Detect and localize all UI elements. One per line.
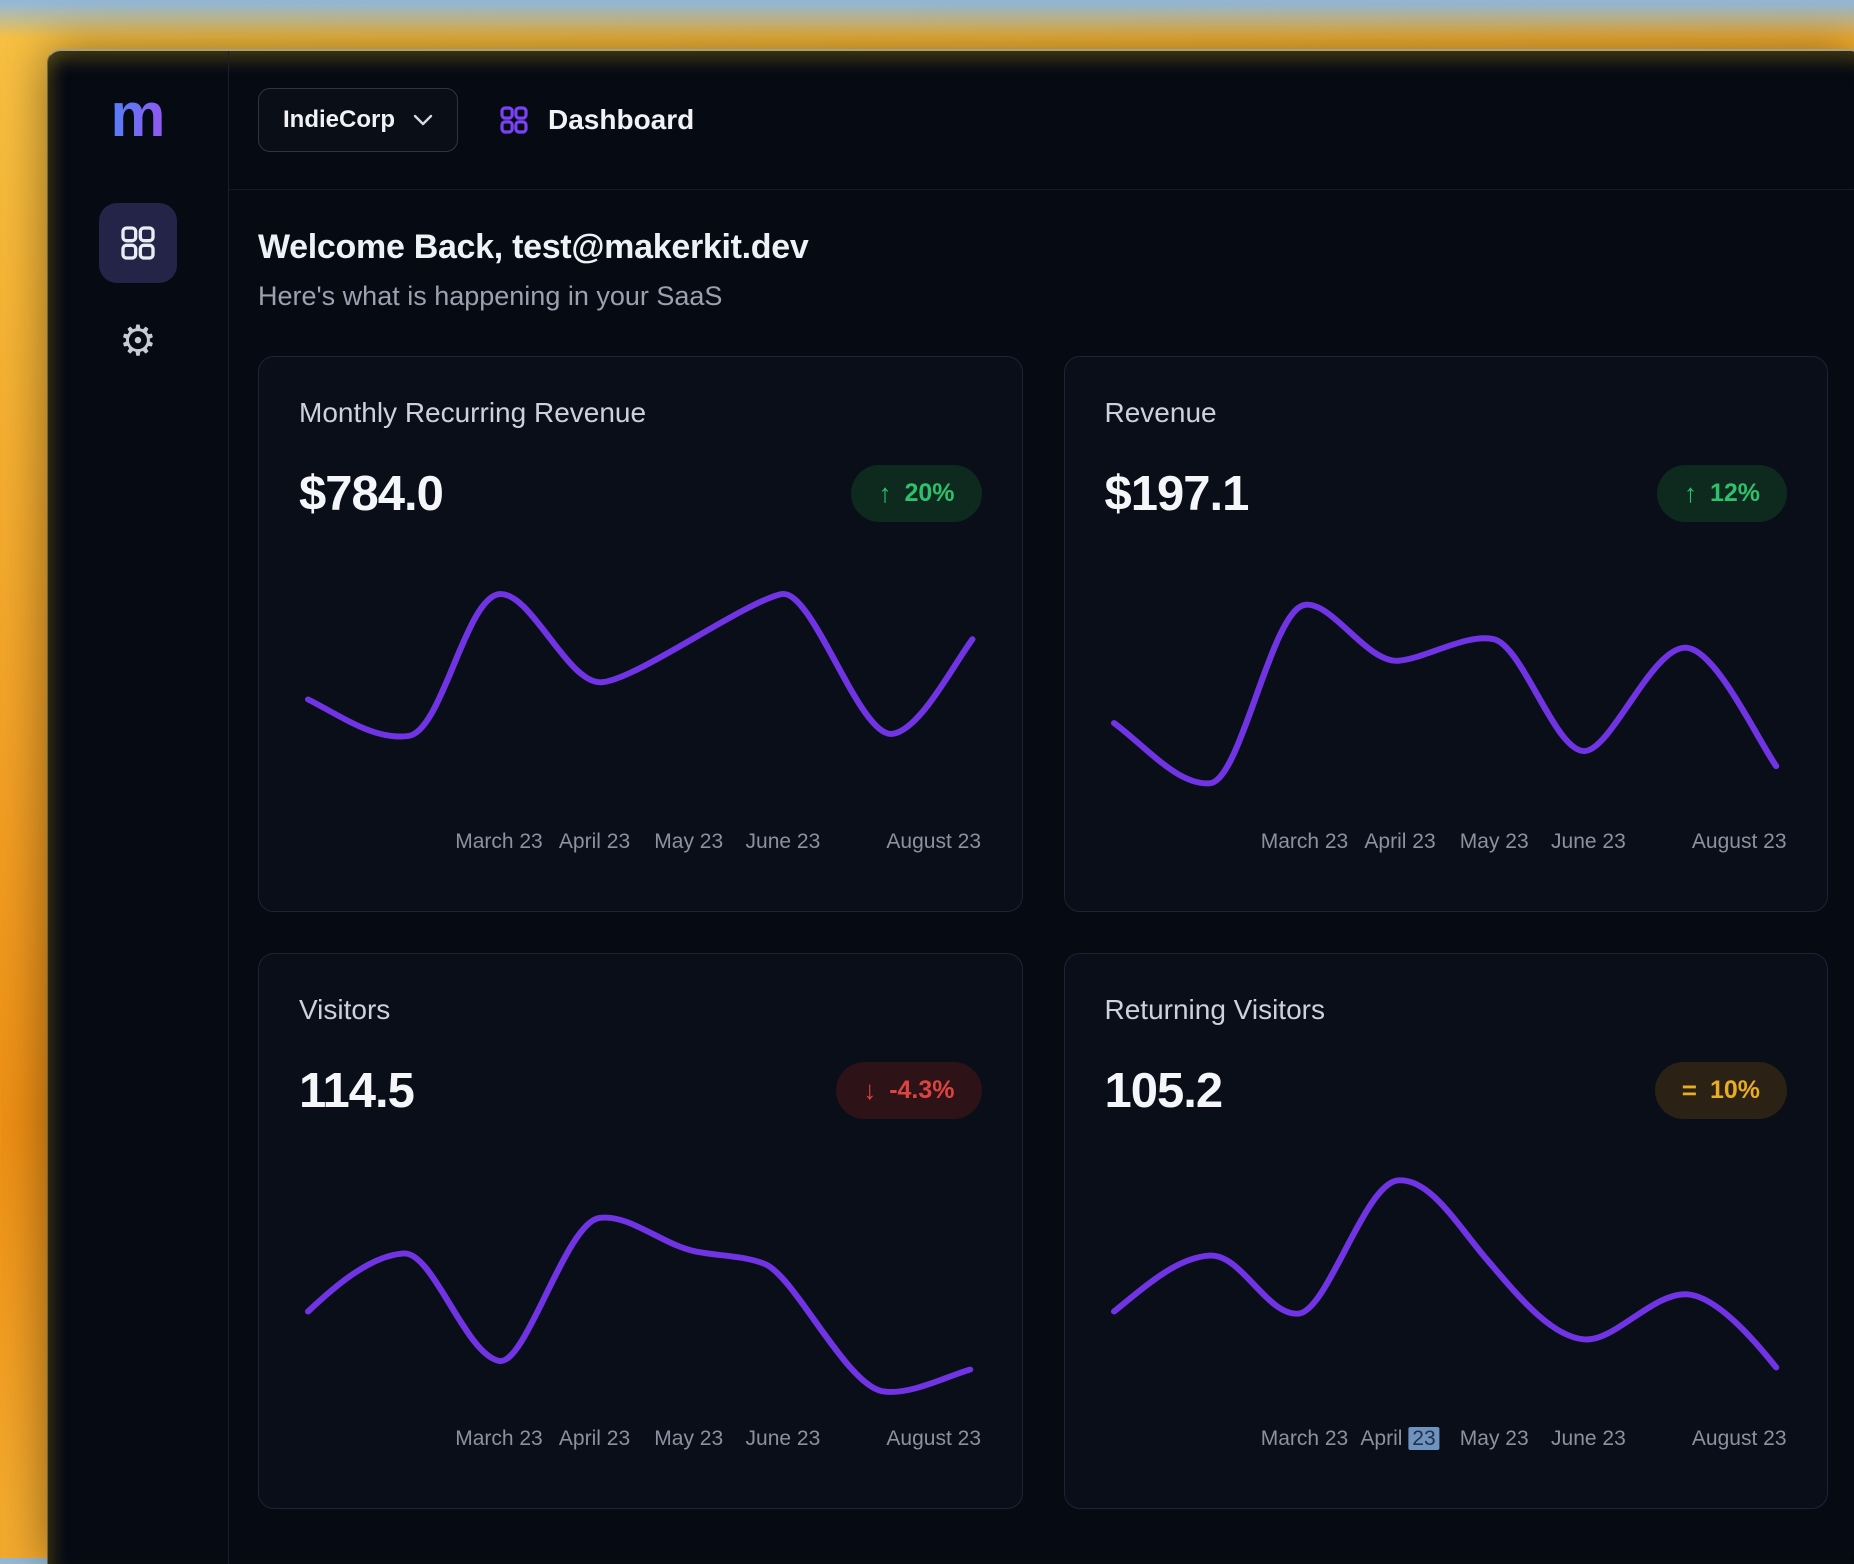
grid-icon [118,223,158,263]
workspace-name: IndieCorp [283,106,395,134]
trend-badge: = 10% [1655,1062,1787,1119]
metric-value: 105.2 [1105,1063,1223,1119]
trend-value: 12% [1710,479,1760,508]
x-axis-label: April 23 [559,1427,630,1451]
card-title: Revenue [1105,397,1788,429]
breadcrumb: Dashboard [498,104,694,136]
selected-text[interactable]: 23 [1408,1427,1439,1450]
x-axis-label: August 23 [1692,1427,1787,1451]
metric-value: $197.1 [1105,466,1249,522]
x-axis-label: May 23 [1460,830,1529,854]
x-axis-label: March 23 [1261,830,1349,854]
x-axis-label: March 23 [455,1427,543,1451]
x-axis-label: May 23 [1460,1427,1529,1451]
value-row: 114.5 ↓ -4.3% [299,1062,982,1119]
chart-line-series [308,594,972,737]
metric-card-visitors: Visitors 114.5 ↓ -4.3% March 23 [258,953,1023,1509]
metric-card-returning-visitors: Returning Visitors 105.2 = 10% Ma [1064,953,1829,1509]
metric-value: 114.5 [299,1063,414,1119]
chevron-down-icon [413,114,433,126]
trend-value: 10% [1710,1076,1760,1105]
dashboard-content: Welcome Back, test@makerkit.dev Here's w… [229,190,1854,1509]
x-axis-label: April 23 [559,830,630,854]
chart-canvas [299,564,982,822]
x-axis-labels: March 23 April 23 May 23 June 23 August … [299,830,982,864]
welcome-subtitle: Here's what is happening in your SaaS [258,281,1828,312]
arrow-up-icon: ↑ [878,478,891,509]
value-row: $784.0 ↑ 20% [299,465,982,522]
x-axis-labels: March 23 April 23 May 23 June 23 August … [299,1427,982,1461]
equals-icon: = [1682,1075,1697,1106]
x-axis-label: March 23 [455,830,543,854]
metric-card-mrr: Monthly Recurring Revenue $784.0 ↑ 20% [258,356,1023,912]
x-axis-label: March 23 [1261,1427,1349,1451]
x-axis-label: June 23 [746,1427,821,1451]
trend-badge: ↓ -4.3% [836,1062,981,1119]
line-chart: March 23 April 23 May 23 June 23 August … [299,564,982,864]
x-axis-label: August 23 [886,1427,981,1451]
chart-canvas [299,1161,982,1419]
app-logo: m [110,85,165,147]
metric-cards-grid: Monthly Recurring Revenue $784.0 ↑ 20% [258,356,1828,1509]
chart-line-series [1114,1180,1776,1367]
value-row: $197.1 ↑ 12% [1105,465,1788,522]
arrow-down-icon: ↓ [863,1075,876,1106]
x-axis-label: April 23 [1360,1427,1439,1451]
sidebar-nav: ⚙ [99,203,177,399]
line-chart: March 23 April 23 May 23 June 23 August … [299,1161,982,1461]
x-axis-label: August 23 [1692,830,1787,854]
trend-value: 20% [904,479,954,508]
top-bar: IndieCorp Dashboard [229,51,1854,190]
page-title: Dashboard [548,104,694,136]
x-axis-label: August 23 [886,830,981,854]
welcome-heading: Welcome Back, test@makerkit.dev [258,228,1828,267]
grid-icon [498,104,530,136]
sidebar-item-dashboard[interactable] [99,203,177,283]
x-axis-label: June 23 [1551,830,1626,854]
x-axis-label: June 23 [1551,1427,1626,1451]
app-window: m ⚙ IndieCorp [47,49,1854,1564]
trend-value: -4.3% [889,1076,954,1105]
chart-line-series [308,1218,970,1392]
line-chart: March 23 April 23 May 23 June 23 August … [1105,1161,1788,1461]
gear-icon: ⚙ [119,320,157,362]
x-axis-label: June 23 [746,830,821,854]
metric-value: $784.0 [299,466,443,522]
x-axis-label: May 23 [654,1427,723,1451]
workspace-selector[interactable]: IndieCorp [258,88,458,152]
chart-canvas [1105,564,1788,822]
card-title: Visitors [299,994,982,1026]
x-axis-labels: March 23 April 23 May 23 June 23 August … [1105,1427,1788,1461]
value-row: 105.2 = 10% [1105,1062,1788,1119]
chart-canvas [1105,1161,1788,1419]
arrow-up-icon: ↑ [1684,478,1697,509]
x-axis-labels: March 23 April 23 May 23 June 23 August … [1105,830,1788,864]
chart-line-series [1114,605,1776,784]
card-title: Monthly Recurring Revenue [299,397,982,429]
card-title: Returning Visitors [1105,994,1788,1026]
line-chart: March 23 April 23 May 23 June 23 August … [1105,564,1788,864]
trend-badge: ↑ 12% [1657,465,1787,522]
main-column: IndieCorp Dashboard Welcome Back, test@m… [228,51,1854,1564]
trend-badge: ↑ 20% [851,465,981,522]
sidebar: m ⚙ [48,51,228,1564]
x-axis-label: May 23 [654,830,723,854]
x-axis-label-text: April [1360,1427,1408,1450]
metric-card-revenue: Revenue $197.1 ↑ 12% March 23 [1064,356,1829,912]
sidebar-item-settings[interactable]: ⚙ [99,301,177,381]
x-axis-label: April 23 [1364,830,1435,854]
